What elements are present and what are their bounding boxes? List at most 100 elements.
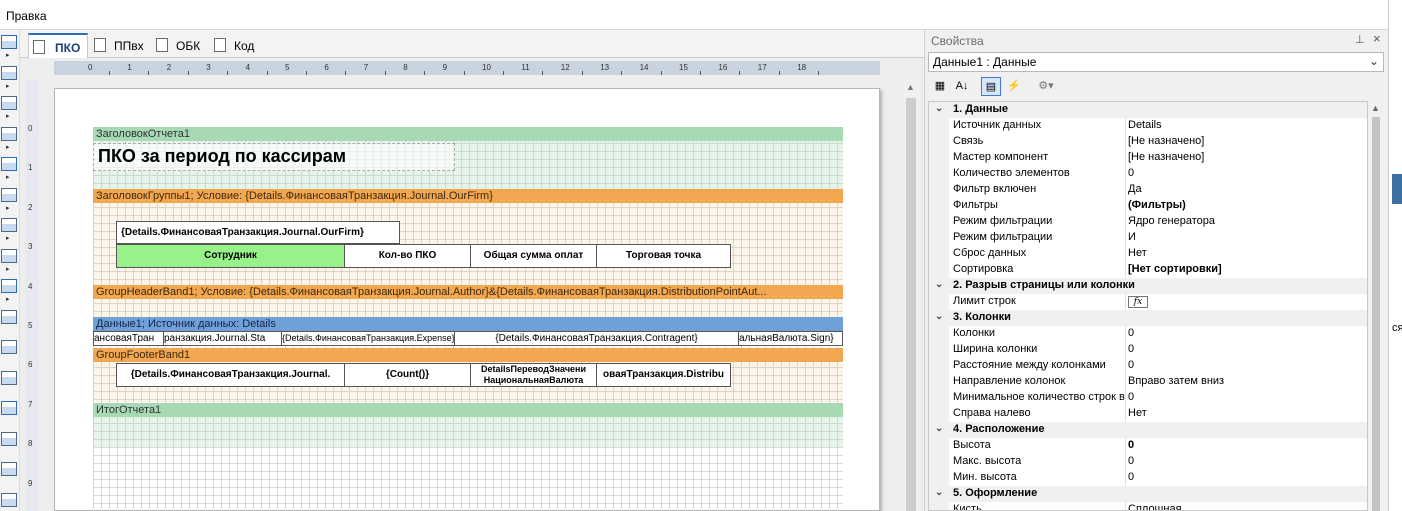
property-value[interactable]: 0 [1128,167,1364,182]
band-data[interactable]: Данные1; Источник данных: Details [93,317,843,331]
tab-ppvh[interactable]: ППвх [94,33,146,58]
property-value[interactable]: [Не назначено] [1128,135,1364,150]
tab-pko[interactable]: ПКО [28,33,88,58]
property-row[interactable]: Сортировка [Нет сортировки] [929,262,1367,278]
property-category[interactable]: ⌄ 5. Оформление [929,486,1367,502]
scroll-up-icon[interactable]: ▲ [1371,103,1380,113]
column-header-total[interactable]: Общая сумма оплат [470,244,597,268]
property-row[interactable]: Высота 0 [929,438,1367,454]
property-row[interactable]: Минимальное количество строк в0 [929,390,1367,406]
property-value[interactable]: 0 [1128,391,1364,406]
band-report-summary[interactable]: ИтогОтчета1 [93,403,843,417]
collapse-chevron-icon[interactable]: ⌄ [935,279,943,290]
property-value[interactable]: 0 [1128,343,1364,358]
window-icon[interactable] [1,401,17,415]
property-value[interactable]: Да [1128,183,1364,198]
data-cell[interactable]: ансоваяТран [93,331,164,346]
expand-arrow-icon[interactable]: ▸ [6,82,10,90]
expand-arrow-icon[interactable]: ▸ [6,51,10,59]
column-header-count[interactable]: Кол-во ПКО [344,244,471,268]
expand-arrow-icon[interactable]: ▸ [6,265,10,273]
expand-arrow-icon[interactable]: ▸ [6,143,10,151]
property-row[interactable]: Количество элементов 0 [929,166,1367,182]
report-icon[interactable] [1,35,17,49]
events-icon[interactable]: ⚡ [1004,77,1024,96]
band-icon[interactable] [1,65,17,80]
property-value[interactable]: [Не назначено] [1128,151,1364,166]
property-row[interactable]: Направление колонок Вправо затем вниз [929,374,1367,390]
property-value[interactable]: Ядро генератора [1128,215,1364,230]
property-value[interactable]: Details [1128,119,1364,134]
band-group-footer[interactable]: GroupFooterBand1 [93,348,843,362]
shapes-icon[interactable] [1,157,17,171]
property-category[interactable]: ⌄ 1. Данные [929,102,1367,118]
property-value[interactable]: 0 [1128,455,1364,470]
table-icon[interactable] [1,431,17,446]
property-row[interactable]: Режим фильтрации Ядро генератора [929,214,1367,230]
property-value[interactable]: Нет [1128,247,1364,262]
collapse-chevron-icon[interactable]: ⌄ [935,311,943,322]
property-value[interactable]: 0 [1128,359,1364,374]
footer-cell-author[interactable]: {Details.ФинансоваяТранзакция.Journal. [116,363,345,387]
tab-obk[interactable]: ОБК [156,33,204,58]
data-cell-sign[interactable]: альнаяВалюта.Sign} [738,331,843,346]
property-value[interactable]: Сплошная [1128,503,1364,510]
page-icon[interactable] [1,96,17,110]
property-value[interactable]: 0 [1128,471,1364,486]
property-value[interactable]: (Фильтры) [1128,199,1364,214]
image-icon[interactable] [1,492,17,507]
scroll-up-icon[interactable]: ▲ [906,82,915,92]
expand-arrow-icon[interactable]: ▸ [6,204,10,212]
property-row[interactable]: Мастер компонент [Не назначено] [929,150,1367,166]
property-row[interactable]: Макс. высота 0 [929,454,1367,470]
property-category[interactable]: ⌄ 2. Разрыв страницы или колонки [929,278,1367,294]
list-icon[interactable] [1,309,17,324]
properties-scrollbar[interactable]: ▲ [1368,101,1384,511]
property-value[interactable]: Нет [1128,407,1364,422]
report-page[interactable]: ЗаголовокОтчета1 ПКО за период по кассир… [54,88,880,511]
footer-cell-count[interactable]: {Count()} [344,363,471,387]
categorized-icon[interactable]: ▦ [930,77,950,96]
scroll-thumb[interactable] [1372,117,1380,511]
property-category[interactable]: ⌄ 3. Колонки [929,310,1367,326]
sort-az-icon[interactable]: A↓ [952,77,972,96]
property-row[interactable]: Фильтр включен Да [929,182,1367,198]
property-category[interactable]: ⌄ 4. Расположение [929,422,1367,438]
property-row[interactable]: Мин. высота 0 [929,470,1367,486]
expression-fx-button[interactable]: fx [1128,296,1148,308]
property-row[interactable]: Сброс данных Нет [929,246,1367,262]
property-row[interactable]: Расстояние между колонками 0 [929,358,1367,374]
panel-icon[interactable] [1,370,17,385]
property-row[interactable]: Колонки 0 [929,326,1367,342]
property-value[interactable]: 0 [1128,327,1364,342]
property-row[interactable]: Фильтры (Фильтры) [929,198,1367,214]
properties-icon[interactable]: ▤ [981,77,1001,96]
property-row[interactable]: Кисть Сплошная [929,502,1367,510]
property-value[interactable]: И [1128,231,1364,246]
collapse-chevron-icon[interactable]: ⌄ [935,103,943,114]
footer-cell-distribution[interactable]: оваяТранзакция.Distribu [596,363,731,387]
close-icon[interactable]: × [1373,31,1381,46]
property-row[interactable]: Источник данных Details [929,118,1367,134]
expand-arrow-icon[interactable]: ▸ [6,173,10,181]
band-group-header-band1[interactable]: GroupHeaderBand1; Условие: {Details.Фина… [93,285,843,299]
collapse-chevron-icon[interactable]: ⌄ [935,487,943,498]
property-row[interactable]: Лимит строк fx [929,294,1367,310]
image-icon[interactable] [1,340,17,354]
property-value[interactable]: Вправо затем вниз [1128,375,1364,390]
expand-arrow-icon[interactable]: ▸ [6,295,10,303]
property-value[interactable]: 0 [1128,439,1364,454]
property-row[interactable]: Справа налево Нет [929,406,1367,422]
menu-edit[interactable]: Правка [6,9,47,23]
text-icon[interactable] [1,462,17,476]
column-header-point[interactable]: Торговая точка [596,244,731,268]
band-group-header-1[interactable]: ЗаголовокГруппы1; Условие: {Details.Фина… [93,189,843,203]
pin-icon[interactable]: ⊥ [1355,33,1365,46]
property-value[interactable]: fx [1128,295,1364,310]
footer-cell-currency[interactable]: DetailsПереводЗначени НациональнаяВалюта [470,363,597,387]
expand-arrow-icon[interactable]: ▸ [6,234,10,242]
collapse-chevron-icon[interactable]: ⌄ [935,423,943,434]
chart-icon[interactable] [1,187,17,202]
text-icon[interactable] [1,279,17,293]
column-header-employee[interactable]: Сотрудник [116,244,345,268]
